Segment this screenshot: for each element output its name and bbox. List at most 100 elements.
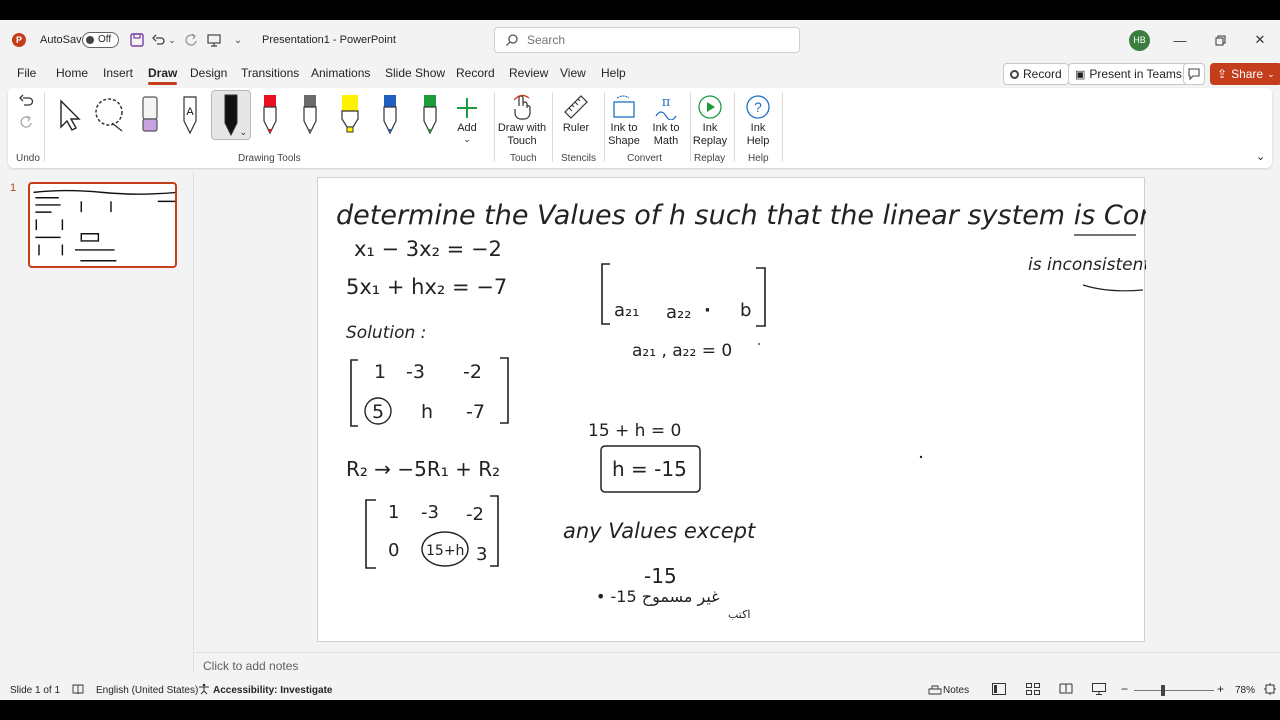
customize-toolbar-icon[interactable]: ⌄ bbox=[229, 31, 247, 49]
yellow-highlighter-icon[interactable] bbox=[332, 90, 368, 140]
tab-slide-show[interactable]: Slide Show bbox=[385, 66, 445, 80]
ribbon-separator bbox=[44, 92, 45, 162]
notes-toggle-icon[interactable] bbox=[928, 683, 942, 698]
ink-to-math-button[interactable]: π Ink to Math bbox=[644, 90, 688, 152]
tab-draw[interactable]: Draw bbox=[148, 66, 178, 85]
blue-pen-icon[interactable] bbox=[372, 90, 408, 140]
toggle-knob bbox=[86, 36, 94, 44]
pane-divider bbox=[193, 172, 194, 672]
tab-animations[interactable]: Animations bbox=[311, 66, 370, 80]
gray-pencil-icon[interactable] bbox=[292, 90, 328, 140]
ribbon-undo-icon[interactable] bbox=[18, 92, 34, 111]
save-icon[interactable] bbox=[128, 31, 146, 49]
slide-ink-layer: determine the Values of h such that the … bbox=[336, 200, 1248, 621]
eraser-icon[interactable] bbox=[132, 90, 168, 140]
ink-to-shape-button[interactable]: Ink to Shape bbox=[604, 90, 644, 152]
undo-dropdown-icon[interactable]: ⌄ bbox=[167, 31, 177, 49]
slide-sorter-icon[interactable] bbox=[1026, 683, 1040, 698]
touch-hand-icon bbox=[494, 90, 550, 120]
search-input[interactable] bbox=[527, 31, 787, 49]
ink-minus-15: -15 bbox=[644, 564, 677, 588]
tab-view[interactable]: View bbox=[560, 66, 586, 80]
close-icon[interactable]: ✕ bbox=[1250, 30, 1270, 50]
ink-solution-label: Solution : bbox=[346, 323, 426, 343]
ribbon-redo-icon[interactable] bbox=[18, 114, 34, 133]
pen-dropdown-icon[interactable]: ⌄ bbox=[239, 127, 247, 138]
add-icon bbox=[439, 90, 495, 120]
zoom-slider[interactable] bbox=[1134, 685, 1214, 696]
m1-cell: h bbox=[421, 401, 433, 423]
svg-text:π: π bbox=[662, 95, 671, 110]
spelling-icon[interactable] bbox=[72, 683, 84, 698]
slide-canvas[interactable]: determine the Values of h such that the … bbox=[317, 177, 1248, 642]
tab-file[interactable]: File bbox=[17, 66, 36, 80]
ink-arabic-sub: اكتب bbox=[728, 608, 750, 621]
ink-to-shape-label-2: Shape bbox=[608, 135, 640, 147]
notes-pane[interactable]: Click to add notes bbox=[194, 652, 1280, 678]
tab-home[interactable]: Home bbox=[56, 66, 88, 80]
zoom-out-icon[interactable]: − bbox=[1121, 682, 1128, 696]
minimize-icon[interactable]: — bbox=[1170, 30, 1190, 50]
accessibility-icon[interactable] bbox=[198, 683, 210, 698]
zoom-slider-thumb[interactable] bbox=[1161, 685, 1165, 696]
ruler-icon bbox=[551, 90, 601, 120]
slideshow-icon[interactable] bbox=[1092, 683, 1106, 698]
zoom-in-icon[interactable]: + bbox=[1217, 682, 1224, 696]
group-label-undo: Undo bbox=[16, 153, 40, 164]
draw-with-touch-button[interactable]: Draw with Touch bbox=[494, 90, 550, 152]
undo-icon[interactable] bbox=[150, 31, 168, 49]
reading-view-icon[interactable] bbox=[1059, 683, 1073, 698]
accessibility-status[interactable]: Accessibility: Investigate bbox=[213, 685, 333, 696]
share-label: Share bbox=[1231, 67, 1264, 81]
ink-equation-2: 5x₁ + hx₂ = −7 bbox=[346, 275, 507, 299]
red-pen-icon[interactable] bbox=[252, 90, 288, 140]
notes-toggle-label[interactable]: Notes bbox=[943, 685, 969, 696]
fit-to-window-icon[interactable] bbox=[1264, 683, 1276, 698]
normal-view-icon[interactable] bbox=[992, 683, 1006, 698]
ribbon-separator bbox=[734, 92, 735, 162]
draw-with-touch-label-2: Touch bbox=[507, 135, 537, 147]
restore-icon[interactable] bbox=[1210, 30, 1230, 50]
add-pen-button[interactable]: Add ⌄ bbox=[439, 90, 495, 152]
slide-thumbnail-preview bbox=[33, 189, 175, 262]
zoom-level[interactable]: 78% bbox=[1235, 685, 1255, 696]
black-pen-icon[interactable]: ⌄ bbox=[211, 90, 251, 140]
group-label-help: Help bbox=[748, 153, 769, 164]
group-label-stencils: Stencils bbox=[561, 153, 597, 164]
ink-help-button[interactable]: ? Ink Help bbox=[738, 90, 778, 152]
autosave-toggle[interactable]: Off bbox=[82, 32, 119, 48]
m2-cell: -2 bbox=[466, 504, 484, 525]
select-tool-icon[interactable] bbox=[50, 90, 86, 140]
redo-icon[interactable] bbox=[182, 31, 200, 49]
search-icon bbox=[506, 34, 518, 46]
m2-cell: 15+h bbox=[426, 543, 464, 559]
tab-insert[interactable]: Insert bbox=[103, 66, 133, 80]
tab-design[interactable]: Design bbox=[190, 66, 227, 80]
action-pen-icon[interactable]: A bbox=[172, 90, 208, 140]
record-label: Record bbox=[1023, 67, 1062, 81]
share-button[interactable]: ⇪ Share ⌄ bbox=[1210, 63, 1280, 85]
collapse-ribbon-icon[interactable]: ⌄ bbox=[1256, 150, 1265, 163]
present-in-teams-button[interactable]: ▣ Present in Teams bbox=[1068, 63, 1189, 85]
ink-replay-button[interactable]: Ink Replay bbox=[690, 90, 730, 152]
language-indicator[interactable]: English (United States) bbox=[96, 685, 198, 696]
slide-thumbnail[interactable] bbox=[28, 182, 177, 268]
m1-cell: -7 bbox=[466, 401, 485, 423]
record-button[interactable]: Record bbox=[1003, 63, 1069, 85]
tab-transitions[interactable]: Transitions bbox=[241, 66, 299, 80]
ink-to-shape-label-1: Ink to bbox=[610, 122, 638, 134]
present-from-start-icon[interactable] bbox=[205, 31, 223, 49]
tab-help[interactable]: Help bbox=[601, 66, 626, 80]
ruler-button[interactable]: Ruler bbox=[551, 90, 601, 152]
comments-button[interactable] bbox=[1183, 63, 1205, 85]
ink-to-math-label-1: Ink to bbox=[652, 122, 680, 134]
ink-to-math-label-2: Math bbox=[653, 135, 679, 147]
search-box[interactable] bbox=[494, 27, 800, 53]
user-avatar[interactable]: HB bbox=[1129, 30, 1150, 51]
ink-help-label-1: Ink bbox=[750, 122, 766, 134]
tab-record[interactable]: Record bbox=[456, 66, 495, 80]
lasso-select-icon[interactable] bbox=[92, 90, 128, 140]
tab-review[interactable]: Review bbox=[509, 66, 548, 80]
m2-cell: 3 bbox=[476, 544, 487, 565]
m1-cell: -2 bbox=[463, 361, 482, 383]
